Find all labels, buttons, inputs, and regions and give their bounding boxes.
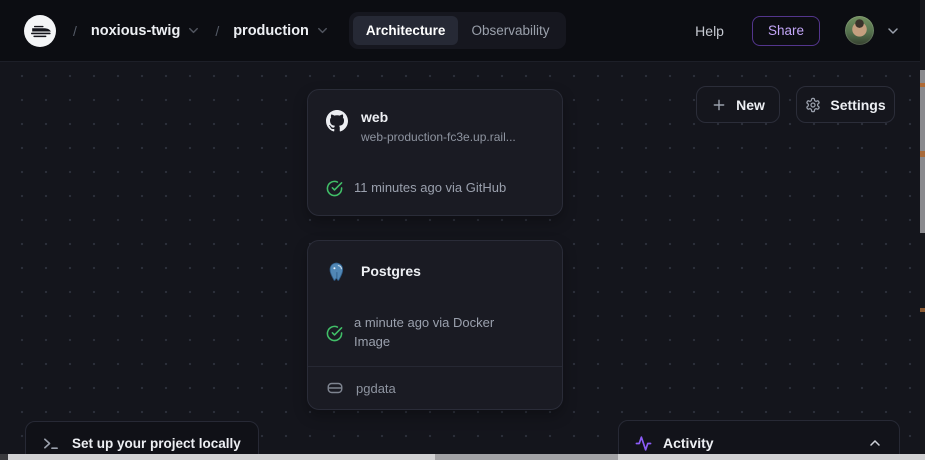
right-edge-color-dot: [920, 83, 925, 87]
activity-label: Activity: [663, 435, 714, 451]
gear-icon: [805, 97, 821, 113]
settings-button-label: Settings: [830, 97, 885, 113]
chevron-down-icon[interactable]: [885, 23, 901, 39]
new-button[interactable]: New: [696, 86, 780, 123]
project-name: noxious-twig: [91, 23, 180, 39]
postgresql-icon: [326, 261, 348, 283]
deploy-status-row: a minute ago via Docker Image: [326, 314, 544, 352]
tab-observability[interactable]: Observability: [458, 16, 562, 45]
header-actions: Help Share: [695, 16, 901, 46]
setup-project-locally-label: Set up your project locally: [72, 436, 241, 451]
service-card-body: Postgres a minute ago via Docker Image: [308, 241, 562, 366]
view-tab-group: Architecture Observability: [349, 12, 567, 49]
environment-name: production: [233, 23, 309, 39]
hard-drive-icon: [326, 379, 344, 397]
service-name: Postgres: [361, 263, 421, 281]
chevron-down-icon: [186, 23, 201, 38]
top-navigation-bar: / noxious-twig / production Architecture…: [0, 0, 925, 62]
github-icon: [326, 110, 348, 132]
right-edge-window-sliver: [920, 0, 925, 460]
chevron-up-icon[interactable]: [867, 435, 883, 451]
bottom-edge-window-sliver: [0, 454, 925, 460]
chevron-down-icon: [315, 23, 330, 38]
architecture-canvas[interactable]: web web-production-fc3e.up.rail... 11 mi…: [0, 62, 925, 460]
terminal-icon: [42, 435, 59, 452]
settings-button[interactable]: Settings: [796, 86, 895, 123]
deploy-status-row: 11 minutes ago via GitHub: [326, 179, 544, 198]
railway-project-canvas-page: / noxious-twig / production Architecture…: [0, 0, 925, 460]
breadcrumb-separator: /: [215, 23, 219, 39]
plus-icon: [711, 97, 727, 113]
breadcrumb-project-menu[interactable]: noxious-twig: [91, 23, 201, 39]
check-circle-icon: [326, 180, 343, 197]
volume-row-pgdata[interactable]: pgdata: [308, 366, 562, 409]
deploy-status-text: a minute ago via Docker Image: [354, 314, 529, 352]
service-card-web[interactable]: web web-production-fc3e.up.rail... 11 mi…: [307, 89, 563, 216]
breadcrumb-environment-menu[interactable]: production: [233, 23, 330, 39]
service-name: web: [361, 109, 516, 127]
service-card-header: web web-production-fc3e.up.rail...: [326, 109, 544, 144]
railway-logo-icon[interactable]: [24, 15, 56, 47]
activity-icon: [635, 435, 652, 452]
service-domain: web-production-fc3e.up.rail...: [361, 130, 516, 144]
deploy-status-text: 11 minutes ago via GitHub: [354, 179, 506, 198]
tab-architecture[interactable]: Architecture: [353, 16, 459, 45]
new-button-label: New: [736, 97, 765, 113]
service-card-postgres[interactable]: Postgres a minute ago via Docker Image p…: [307, 240, 563, 410]
check-circle-icon: [326, 325, 343, 342]
service-card-header: Postgres: [326, 260, 544, 283]
share-button[interactable]: Share: [752, 16, 820, 46]
breadcrumb-separator: /: [73, 23, 77, 39]
volume-name: pgdata: [356, 381, 396, 396]
right-edge-color-dot: [920, 308, 925, 312]
help-link[interactable]: Help: [695, 23, 724, 39]
right-edge-color-dot: [920, 151, 925, 157]
service-card-titles: web web-production-fc3e.up.rail...: [361, 109, 516, 144]
user-avatar[interactable]: [845, 16, 874, 45]
